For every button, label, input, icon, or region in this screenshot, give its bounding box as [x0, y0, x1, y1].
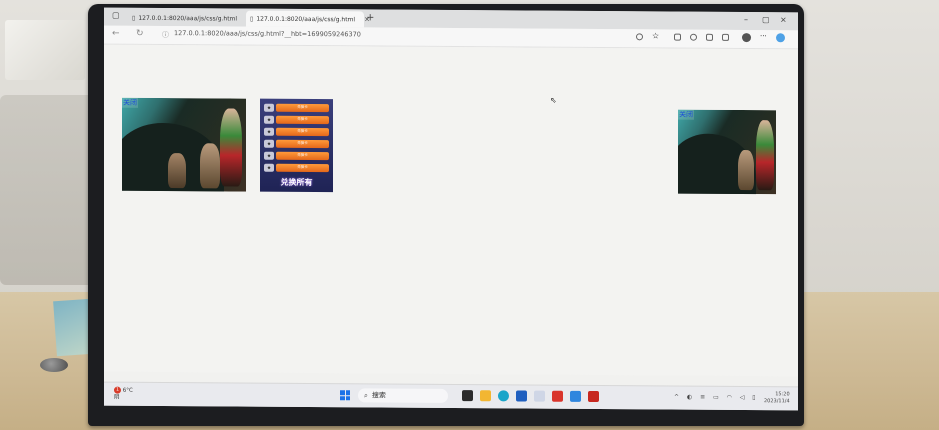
windows-logo-icon [340, 395, 345, 401]
windows-logo-icon [345, 390, 350, 395]
banner-figure [756, 120, 774, 191]
banner-figure [200, 143, 220, 189]
item-icon: ◆ [264, 151, 274, 160]
windows-logo-icon [340, 390, 345, 395]
ad-panel[interactable]: ◆ 兑换卡 ◆ 兑换卡 ◆ 兑换卡 ◆ 兑换卡 ◆ 兑换卡 ◆ 兑换卡 兑换所有 [260, 98, 333, 193]
ad-row[interactable]: ◆ 兑换卡 [264, 139, 329, 148]
store-icon[interactable] [516, 390, 527, 402]
ad-row-label: 兑换卡 [276, 163, 329, 172]
item-icon: ◆ [264, 127, 274, 136]
item-icon: ◆ [264, 103, 274, 112]
file-explorer-icon[interactable] [480, 390, 491, 402]
desk-coin [40, 358, 68, 372]
tab-2[interactable]: ▯ 127.0.0.1:8020/aaa/js/css/g.html × [246, 10, 370, 28]
search-label: 搜索 [371, 391, 386, 400]
app-icon[interactable] [534, 390, 545, 402]
system-tray[interactable]: ^ ◐ ≡ ▭ ◠ ◁ ▯ [674, 394, 759, 402]
ad-row-label: 兑换卡 [276, 127, 329, 136]
ad-row-label: 兑换卡 [276, 139, 329, 148]
search-icon: ⌕ [364, 390, 368, 399]
banner-figure [220, 108, 242, 187]
ad-row[interactable]: ◆ 兑换卡 [264, 151, 329, 160]
ad-row[interactable]: ◆ 兑换卡 [264, 163, 329, 172]
task-view-icon[interactable] [462, 390, 473, 402]
laptop-screen: ▢ ▯ 127.0.0.1:8020/aaa/js/css/g.html × ▯… [104, 7, 798, 411]
windows-logo-icon [345, 395, 350, 401]
tab-1-title: 127.0.0.1:8020/aaa/js/css/g.html [138, 14, 238, 23]
date: 2023/11/4 [764, 398, 790, 405]
maximize-icon[interactable]: ▢ [762, 15, 770, 24]
web-page: 关闭 ◆ 兑换卡 ◆ 兑换卡 ◆ 兑换卡 ◆ 兑换卡 ◆ 兑换卡 ◆ 兑换卡 兑换所有 关闭… [104, 44, 798, 377]
app-icon[interactable] [570, 390, 581, 402]
ad-row-label: 兑换卡 [276, 103, 329, 112]
weather-text: 阴 [114, 394, 120, 401]
new-tab-button[interactable]: + [366, 12, 374, 23]
weather-badge: 1 [114, 386, 121, 394]
left-banner-image[interactable]: 关闭 [122, 97, 246, 192]
tab-2-title: 127.0.0.1:8020/aaa/js/css/g.html [256, 15, 356, 23]
edge-icon[interactable] [498, 390, 509, 402]
start-button[interactable] [340, 390, 350, 401]
background-window [5, 20, 85, 80]
read-aloud-icon[interactable] [636, 33, 643, 41]
photo-scene: ▢ ▯ 127.0.0.1:8020/aaa/js/css/g.html × ▯… [0, 0, 939, 430]
info-icon[interactable]: ⓘ [162, 30, 169, 40]
item-icon: ◆ [264, 139, 274, 148]
favorites-icon[interactable] [690, 33, 697, 41]
banner-figure [168, 153, 186, 189]
ad-row[interactable]: ◆ 兑换卡 [264, 127, 329, 136]
tab-1[interactable]: ▯ 127.0.0.1:8020/aaa/js/css/g.html × [128, 10, 252, 27]
close-label[interactable]: 关闭 [678, 109, 694, 120]
window-close-icon[interactable]: × [780, 15, 787, 24]
address-bar[interactable]: 127.0.0.1:8020/aaa/js/css/g.html?__hbt=1… [174, 29, 361, 38]
ad-row-label: 兑换卡 [276, 115, 329, 124]
reload-icon[interactable]: ↻ [136, 29, 144, 39]
ad-row[interactable]: ◆ 兑换卡 [264, 115, 329, 124]
right-banner-image[interactable]: 关闭 [678, 109, 776, 195]
mouse-cursor-icon: ⇖ [550, 95, 557, 105]
tab-actions-icon[interactable]: ▢ [112, 11, 120, 20]
hbuilder-icon[interactable] [588, 390, 599, 403]
copilot-icon[interactable] [776, 33, 785, 43]
back-icon[interactable]: ← [112, 29, 120, 39]
time: 15:20 [775, 391, 790, 398]
avatar[interactable] [742, 33, 751, 43]
favorite-star-icon[interactable]: ☆ [652, 31, 659, 40]
more-icon[interactable]: ··· [760, 32, 767, 40]
taskbar-search[interactable]: ⌕ 搜索 [358, 388, 448, 403]
windows-taskbar: 1 6°C 阴 ⌕ 搜索 ^ ◐ ≡ ▭ ◠ ◁ ▯ 15:20 2023/11… [104, 381, 798, 411]
banner-figure [738, 150, 754, 191]
taskbar-clock[interactable]: 15:20 2023/11/4 [764, 391, 790, 405]
page-icon: ▯ [132, 14, 136, 22]
close-label[interactable]: 关闭 [122, 97, 138, 108]
item-icon: ◆ [264, 163, 274, 172]
page-icon: ▯ [250, 15, 254, 23]
extensions-icon[interactable] [722, 33, 729, 41]
ad-row-label: 兑换卡 [276, 151, 329, 160]
ad-title: 兑换所有 [280, 177, 313, 188]
weather-widget[interactable]: 1 6°C 阴 [114, 386, 133, 402]
collections-icon[interactable] [706, 33, 713, 41]
split-screen-icon[interactable] [674, 33, 681, 41]
minimize-icon[interactable]: – [744, 15, 748, 24]
ad-row[interactable]: ◆ 兑换卡 [264, 103, 329, 112]
app-icon[interactable] [552, 390, 563, 402]
temperature: 6°C [122, 387, 133, 394]
item-icon: ◆ [264, 115, 274, 124]
background-chair [0, 95, 100, 285]
